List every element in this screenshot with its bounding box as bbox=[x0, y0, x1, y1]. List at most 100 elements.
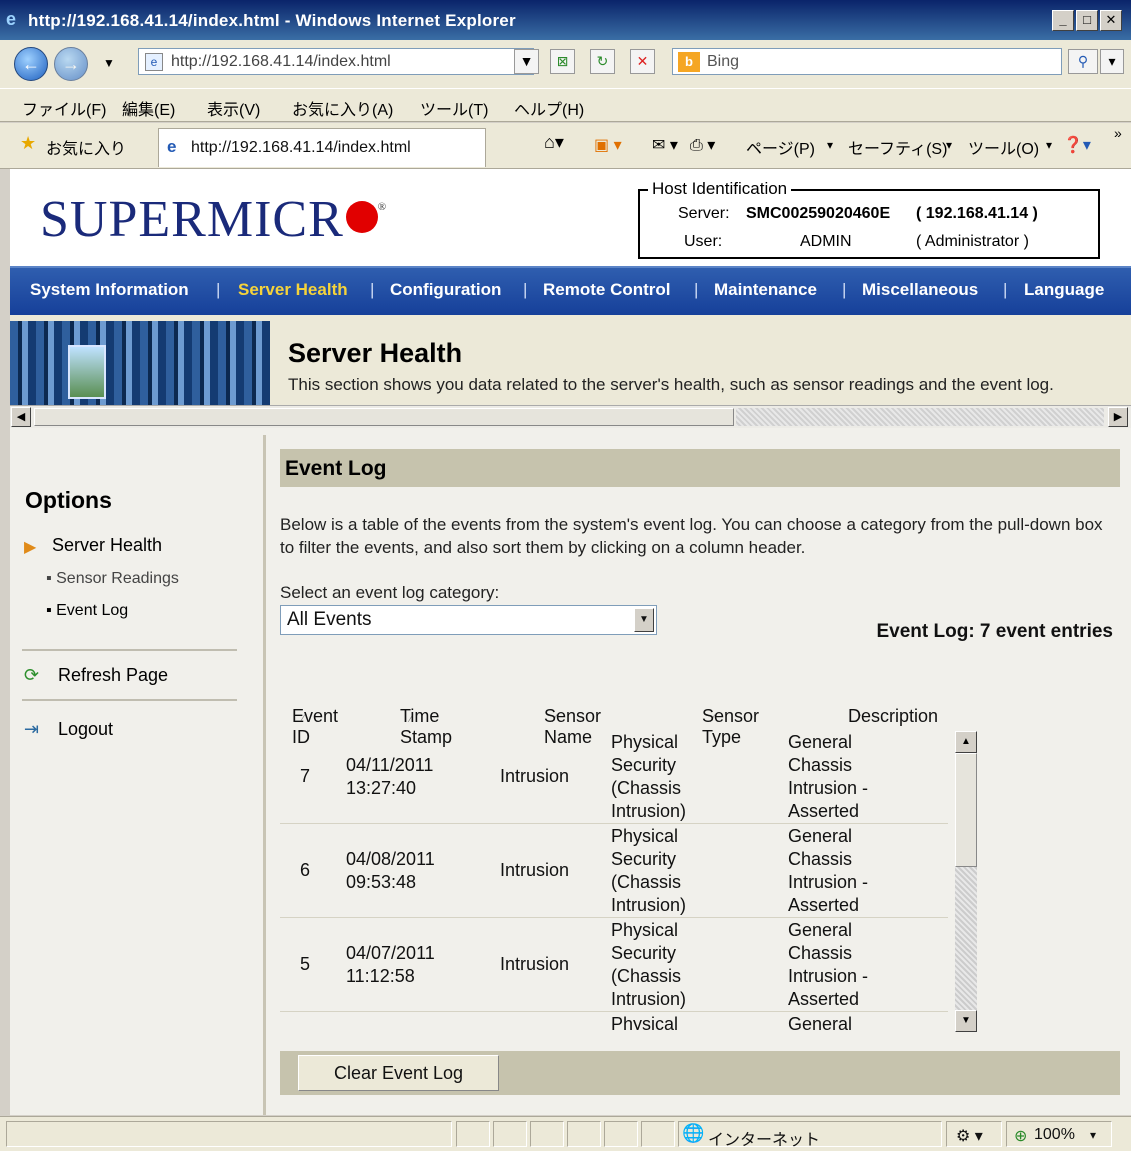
safety-menu[interactable]: セーフティ(S) bbox=[848, 135, 947, 159]
scroll-down-icon[interactable]: ▼ bbox=[955, 1010, 977, 1032]
server-value: SMC00259020460E bbox=[746, 205, 891, 222]
menu-edit[interactable]: 編集(E) bbox=[122, 96, 175, 120]
menu-favorites[interactable]: お気に入り(A) bbox=[292, 96, 393, 120]
nav-language[interactable]: Language bbox=[1024, 280, 1104, 300]
category-select[interactable]: All Events ▼ bbox=[280, 605, 657, 635]
table-row[interactable]: 7 04/11/2011 13:27:40 Intrusion Physical… bbox=[280, 730, 948, 824]
cell-desc: Intrusion - bbox=[788, 966, 869, 986]
table-row[interactable]: Physical General bbox=[280, 1012, 948, 1030]
compat-view-icon[interactable]: ⊠ bbox=[550, 49, 575, 74]
menu-tools[interactable]: ツール(T) bbox=[420, 96, 488, 120]
menu-help[interactable]: ヘルプ(H) bbox=[514, 96, 584, 120]
table-scroll-thumb[interactable] bbox=[955, 753, 977, 867]
event-log-panel: Event Log Below is a table of the events… bbox=[280, 449, 1131, 1115]
window-title: http://192.168.41.14/index.html - Window… bbox=[28, 11, 516, 30]
clear-event-log-button[interactable]: Clear Event Log bbox=[298, 1055, 499, 1091]
sidebar-sensor-readings[interactable]: ▪ Sensor Readings bbox=[46, 570, 179, 588]
address-bar[interactable]: http://192.168.41.14/index.html bbox=[138, 48, 534, 75]
cell-time: 13:27:40 bbox=[346, 778, 417, 798]
logout-icon: ⇥ bbox=[24, 719, 40, 739]
cell-time: 09:53:48 bbox=[346, 872, 417, 892]
nav-remote-control[interactable]: Remote Control bbox=[543, 280, 671, 300]
cell-desc: Intrusion - bbox=[788, 872, 869, 892]
maximize-button[interactable]: □ bbox=[1076, 10, 1098, 31]
protected-mode-icon[interactable]: ⚙ ▾ bbox=[956, 1126, 983, 1146]
cell-type: Security bbox=[611, 849, 677, 869]
history-dropdown-icon[interactable]: ▼ bbox=[103, 56, 115, 70]
cell-type: Physical bbox=[611, 920, 679, 940]
chevron-more-icon[interactable]: » bbox=[1114, 125, 1122, 141]
logout-link[interactable]: Logout bbox=[58, 719, 113, 740]
cell-type: (Chassis bbox=[611, 966, 682, 986]
server-ip: ( 192.168.41.14 ) bbox=[916, 205, 1038, 222]
cell-desc: General bbox=[788, 826, 853, 846]
search-input[interactable]: Bing bbox=[672, 48, 1062, 75]
logo-dot-icon bbox=[345, 201, 378, 233]
close-window-button[interactable]: ✕ bbox=[1100, 10, 1122, 31]
scroll-up-icon[interactable]: ▲ bbox=[955, 731, 977, 753]
address-dropdown-icon[interactable]: ▼ bbox=[514, 49, 539, 74]
stop-icon[interactable]: ✕ bbox=[630, 49, 655, 74]
favorites-button[interactable]: お気に入り bbox=[46, 135, 126, 159]
zoom-dropdown-icon[interactable]: ▾ bbox=[1090, 1128, 1096, 1142]
event-log-description: Below is a table of the events from the … bbox=[280, 515, 1103, 557]
nav-miscellaneous[interactable]: Miscellaneous bbox=[862, 280, 978, 300]
menu-view[interactable]: 表示(V) bbox=[207, 96, 260, 120]
col-description[interactable]: Description ⁄ bbox=[848, 706, 938, 727]
search-options-icon[interactable]: ▾ bbox=[1100, 49, 1124, 74]
minimize-button[interactable]: _ bbox=[1052, 10, 1074, 31]
scroll-left-icon[interactable]: ◀ bbox=[11, 407, 31, 427]
tools-menu[interactable]: ツール(O) bbox=[968, 135, 1039, 159]
nav-configuration[interactable]: Configuration bbox=[390, 280, 501, 300]
status-bar: 🌐 インターネット ⚙ ▾ ⊕ 100% ▾ bbox=[0, 1116, 1131, 1151]
cell-id: 5 bbox=[300, 954, 311, 974]
print-icon[interactable]: ⎙ ▾ bbox=[690, 135, 715, 155]
scroll-right-icon[interactable]: ▶ bbox=[1108, 407, 1128, 427]
user-label: User: bbox=[684, 233, 723, 250]
search-icon[interactable]: ⚲ bbox=[1068, 49, 1098, 74]
mail-icon[interactable]: ✉ ▾ bbox=[652, 135, 678, 155]
cell-desc: Asserted bbox=[788, 989, 860, 1009]
cell-type: Intrusion) bbox=[611, 801, 687, 821]
category-label: Select an event log category: bbox=[280, 583, 500, 602]
nav-maintenance[interactable]: Maintenance bbox=[714, 280, 817, 300]
cell-desc: Chassis bbox=[788, 943, 853, 963]
host-legend: Host Identification bbox=[648, 179, 792, 199]
cell-sensor-name: Intrusion bbox=[500, 860, 570, 880]
help-icon[interactable]: ❓▾ bbox=[1063, 135, 1091, 155]
home-icon[interactable]: ⌂▾ bbox=[544, 132, 564, 153]
tab-page-icon: e bbox=[167, 137, 177, 156]
table-row[interactable]: 6 04/08/2011 09:53:48 Intrusion Physical… bbox=[280, 824, 948, 918]
feeds-icon[interactable]: ▣ ▾ bbox=[594, 135, 622, 155]
nav-server-health[interactable]: Server Health bbox=[238, 280, 348, 300]
chevron-down-icon[interactable]: ▼ bbox=[634, 608, 654, 632]
page-header: SUPERMICR ® Host Identification Server: S… bbox=[10, 169, 1131, 266]
event-table-body: 7 04/11/2011 13:27:40 Intrusion Physical… bbox=[280, 730, 952, 1030]
sidebar-event-log[interactable]: ▪ Event Log bbox=[46, 602, 128, 620]
cell-desc: Chassis bbox=[788, 849, 853, 869]
col-sensor-type[interactable]: Sensor Type ⁄ bbox=[702, 706, 759, 747]
refresh-icon[interactable]: ↻ bbox=[590, 49, 615, 74]
forward-button[interactable]: → bbox=[54, 47, 88, 81]
col-sensor-name[interactable]: Sensor Name ⁄ bbox=[544, 706, 601, 747]
table-row[interactable]: 5 04/07/2011 11:12:58 Intrusion Physical… bbox=[280, 918, 948, 1012]
back-button[interactable]: ← bbox=[14, 47, 48, 81]
host-identification: Host Identification Server: SMC002590204… bbox=[638, 179, 1100, 259]
nav-system-information[interactable]: System Information bbox=[30, 280, 189, 300]
banner-horizontal-scrollbar[interactable]: ◀ ▶ bbox=[10, 405, 1131, 428]
user-role: ( Administrator ) bbox=[916, 233, 1029, 250]
table-vertical-scrollbar[interactable]: ▲ ▼ bbox=[955, 731, 977, 1032]
page-menu[interactable]: ページ(P) bbox=[746, 135, 815, 159]
sidebar-server-health[interactable]: Server Health bbox=[52, 535, 162, 556]
zoom-level[interactable]: 100% bbox=[1034, 1126, 1075, 1144]
section-banner: Server Health This section shows you dat… bbox=[10, 315, 1131, 407]
menu-file[interactable]: ファイル(F) bbox=[22, 96, 106, 120]
tab-current[interactable]: e http://192.168.41.14/index.html bbox=[158, 128, 486, 167]
refresh-page-link[interactable]: Refresh Page bbox=[58, 665, 168, 686]
event-log-header: Event Log bbox=[280, 449, 1120, 487]
cell-type: Intrusion) bbox=[611, 895, 687, 915]
scroll-thumb[interactable] bbox=[34, 408, 734, 426]
cell-type: Physical bbox=[611, 732, 679, 752]
col-time-stamp[interactable]: Time Stamp ⁄ bbox=[400, 706, 452, 747]
col-event-id[interactable]: Event ID ⁄ bbox=[292, 706, 338, 747]
